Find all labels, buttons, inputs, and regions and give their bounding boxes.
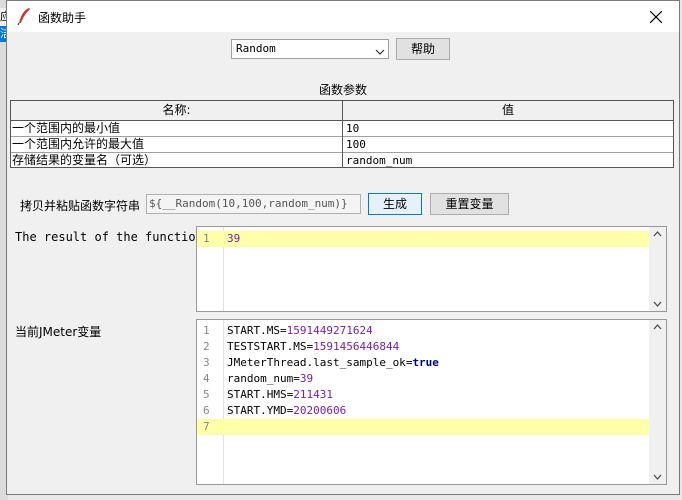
function-select[interactable]: Random [231, 39, 389, 59]
reset-variables-button[interactable]: 重置变量 [430, 193, 509, 215]
var-value: 1591456446844 [313, 340, 400, 353]
variables-editor[interactable]: 1 START.MS=1591449271624 2 TESTSTART.MS=… [196, 319, 667, 485]
line-number: 3 [203, 356, 210, 369]
code-text: TESTSTART.MS=1591456446844 [227, 340, 400, 353]
code-line: 6 START.YMD=20200606 [197, 403, 650, 419]
chevron-down-icon[interactable] [653, 301, 662, 307]
function-helper-dialog: 函数助手 Random 帮助 函数参数 名称: 值 一个范围内的最小值 10 一… [6, 0, 680, 495]
code-text: START.MS=1591449271624 [227, 324, 373, 337]
var-key: JMeterThread.last_sample_ok [227, 356, 406, 369]
var-value: true [412, 356, 439, 369]
result-editor[interactable]: 1 39 [196, 226, 667, 312]
var-key: random_num [227, 372, 294, 385]
close-button[interactable] [633, 1, 679, 32]
column-header-name[interactable]: 名称: [11, 101, 342, 120]
chevron-up-icon[interactable] [653, 324, 662, 330]
param-value[interactable]: 100 [346, 137, 671, 152]
var-key: START.HMS [227, 388, 287, 401]
line-number: 2 [203, 340, 210, 353]
result-label: The result of the function is [15, 230, 225, 244]
code-text: START.HMS=211431 [227, 388, 333, 401]
code-text: random_num=39 [227, 372, 314, 385]
scrollbar[interactable] [649, 320, 666, 484]
window-title: 函数助手 [38, 11, 87, 25]
code-line-current: 7 [197, 419, 650, 435]
params-table: 名称: 值 一个范围内的最小值 10 一个范围内允许的最大值 100 存储结果的… [10, 100, 674, 168]
line-number: 4 [203, 372, 210, 385]
var-value: 39 [299, 372, 314, 385]
var-value: 1591449271624 [286, 324, 373, 337]
param-name: 存储结果的变量名（可选） [12, 153, 157, 167]
param-name: 一个范围内的最小值 [12, 121, 121, 135]
code-line: 1 START.MS=1591449271624 [197, 323, 650, 339]
function-select-value: Random [236, 42, 276, 55]
column-header-value[interactable]: 值 [343, 101, 673, 120]
line-number: 6 [203, 404, 210, 417]
var-value: 20200606 [293, 404, 347, 417]
title-bar[interactable]: 函数助手 [7, 1, 679, 32]
params-section-title: 函数参数 [318, 83, 367, 97]
chevron-down-icon [375, 45, 385, 59]
column-divider[interactable] [342, 101, 343, 167]
help-button[interactable]: 帮助 [396, 38, 450, 60]
chevron-down-icon[interactable] [653, 474, 662, 480]
code-line: 3 JMeterThread.last_sample_ok=true [197, 355, 650, 371]
line-number: 1 [203, 324, 210, 337]
code-text: START.YMD=20200606 [227, 404, 347, 417]
scrollbar[interactable] [649, 227, 666, 311]
close-icon [650, 11, 662, 23]
var-key: START.MS [227, 324, 280, 337]
copy-label: 拷贝并粘贴函数字符串 [20, 199, 141, 213]
code-line: 4 random_num=39 [197, 371, 650, 387]
var-value: 211431 [293, 388, 333, 401]
line-number: 5 [203, 388, 210, 401]
param-value[interactable]: 10 [346, 121, 671, 136]
line-number: 7 [203, 420, 210, 433]
variables-label: 当前JMeter变量 [15, 325, 102, 339]
function-string-field[interactable]: ${__Random(10,100,random_num)} [146, 194, 361, 214]
var-key: START.YMD [227, 404, 287, 417]
result-value: 39 [227, 232, 241, 245]
var-key: TESTSTART.MS [227, 340, 307, 353]
code-line: 5 START.HMS=211431 [197, 387, 650, 403]
code-text: JMeterThread.last_sample_ok=true [227, 356, 439, 369]
param-name: 一个范围内允许的最大值 [12, 137, 145, 151]
generate-button[interactable]: 生成 [368, 193, 422, 215]
line-number: 1 [203, 232, 210, 245]
chevron-up-icon[interactable] [653, 231, 662, 237]
code-line: 1 39 [197, 231, 650, 247]
param-value[interactable]: random_num [346, 153, 671, 168]
feather-icon [16, 7, 32, 26]
code-line: 2 TESTSTART.MS=1591456446844 [197, 339, 650, 355]
